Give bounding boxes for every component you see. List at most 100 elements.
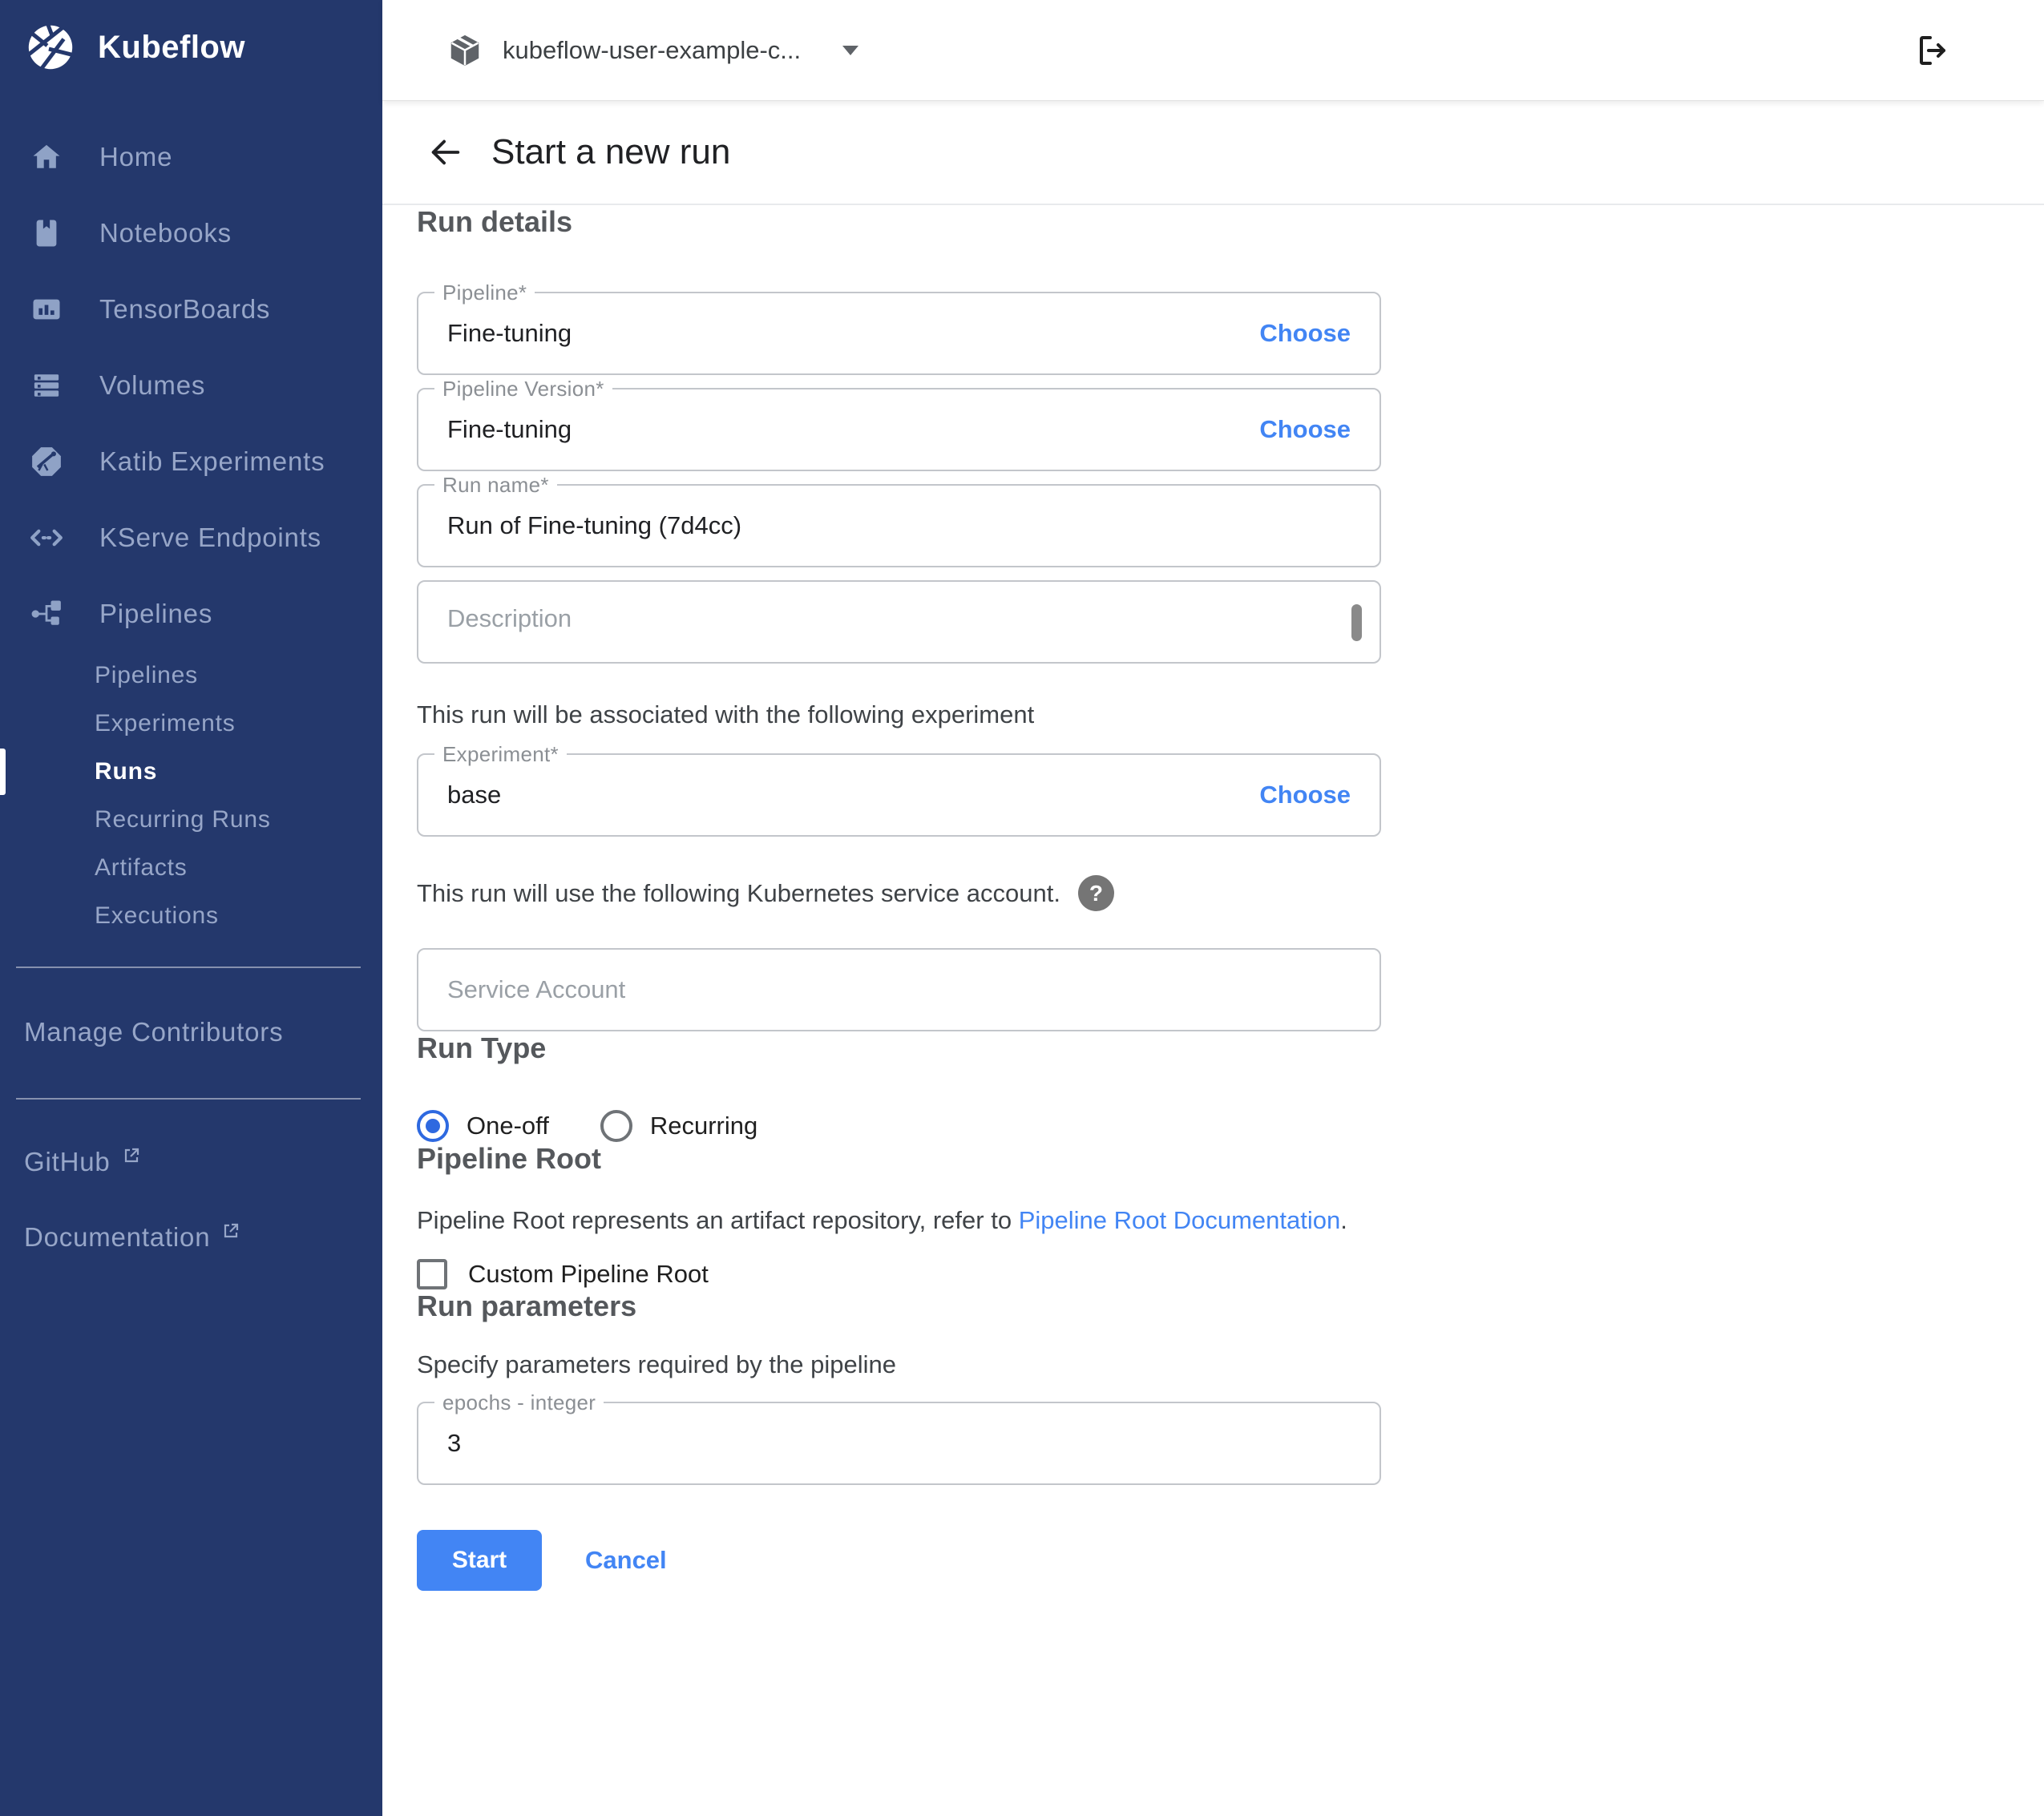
form-actions: Start Cancel	[417, 1530, 1381, 1591]
run-name-field-label: Run name*	[434, 473, 557, 498]
custom-pipeline-root-label: Custom Pipeline Root	[468, 1260, 709, 1289]
sidebar-item-manage-contributors[interactable]: Manage Contributors	[0, 1000, 382, 1064]
endpoints-icon	[29, 520, 64, 555]
experiment-field[interactable]: Experiment* base Choose	[417, 753, 1381, 837]
subitem-label: Pipelines	[95, 662, 198, 689]
checkbox-icon[interactable]	[417, 1259, 447, 1289]
namespace-selector[interactable]: kubeflow-user-example-c...	[446, 32, 858, 69]
kubeflow-logo[interactable]: Kubeflow	[0, 0, 382, 83]
run-name-field-value: Run of Fine-tuning (7d4cc)	[447, 511, 741, 540]
sidebar-item-notebooks[interactable]: Notebooks	[0, 195, 382, 271]
sidebar-item-label: Pipelines	[99, 599, 212, 629]
epochs-field-label: epochs - integer	[434, 1390, 604, 1415]
back-arrow-icon	[427, 134, 464, 171]
notebook-icon	[29, 216, 64, 251]
run-form: Run details Pipeline* Fine-tuning Choose…	[382, 205, 1381, 1591]
external-link-icon	[122, 1146, 141, 1165]
active-indicator	[0, 749, 6, 795]
run-type-options: One-off Recurring	[417, 1110, 1381, 1142]
namespace-value: kubeflow-user-example-c...	[503, 36, 801, 65]
sidebar-subitem-artifacts[interactable]: Artifacts	[0, 844, 382, 892]
custom-pipeline-root-checkbox-row[interactable]: Custom Pipeline Root	[417, 1259, 1381, 1289]
back-button[interactable]	[427, 134, 464, 171]
experiment-field-value: base	[447, 781, 501, 809]
github-link-label: GitHub	[24, 1147, 111, 1177]
service-account-placeholder: Service Account	[447, 975, 625, 1004]
sidebar-subitem-experiments[interactable]: Experiments	[0, 700, 382, 748]
main-area: kubeflow-user-example-c... Start a new r…	[382, 0, 2044, 1816]
pipelines-sub-list: Pipelines Experiments Runs Recurring Run…	[0, 652, 382, 940]
start-button[interactable]: Start	[417, 1530, 542, 1591]
pipelines-icon	[29, 596, 64, 632]
pipeline-version-choose-button[interactable]: Choose	[1259, 415, 1351, 444]
description-field[interactable]: Description	[417, 580, 1381, 664]
chart-icon	[29, 292, 64, 327]
pipeline-version-field-value: Fine-tuning	[447, 415, 572, 444]
logout-icon	[1913, 31, 1952, 70]
pipeline-field-label: Pipeline*	[434, 280, 535, 305]
top-app-bar: kubeflow-user-example-c...	[382, 0, 2044, 101]
namespace-cube-icon	[446, 32, 483, 69]
logout-button[interactable]	[1913, 31, 1952, 70]
run-parameters-note: Specify parameters required by the pipel…	[417, 1350, 1381, 1379]
sidebar-subitem-executions[interactable]: Executions	[0, 892, 382, 940]
sidebar-link-documentation[interactable]: Documentation	[0, 1205, 382, 1269]
pipeline-field[interactable]: Pipeline* Fine-tuning Choose	[417, 292, 1381, 375]
chevron-down-icon	[842, 46, 858, 55]
sidebar-subitem-pipelines[interactable]: Pipelines	[0, 652, 382, 700]
sidebar: Kubeflow Home Notebooks TensorBoards	[0, 0, 382, 1816]
manage-contributors-label: Manage Contributors	[24, 1017, 283, 1047]
radio-recurring-label: Recurring	[650, 1112, 757, 1140]
radio-one-off-label: One-off	[467, 1112, 549, 1140]
experiment-choose-button[interactable]: Choose	[1259, 781, 1351, 809]
run-name-field[interactable]: Run name* Run of Fine-tuning (7d4cc)	[417, 484, 1381, 567]
subitem-label: Runs	[95, 758, 157, 785]
external-link-icon	[221, 1221, 240, 1241]
pipeline-root-description: Pipeline Root represents an artifact rep…	[417, 1206, 1381, 1235]
kubeflow-logo-icon	[24, 21, 77, 74]
sidebar-item-katib-experiments[interactable]: Katib Experiments	[0, 423, 382, 499]
sidebar-divider	[16, 1098, 361, 1100]
kubeflow-app: Kubeflow Home Notebooks TensorBoards	[0, 0, 2044, 1816]
page-header: Start a new run	[382, 101, 2044, 205]
pipeline-root-documentation-link[interactable]: Pipeline Root Documentation	[1019, 1206, 1341, 1234]
service-account-note: This run will use the following Kubernet…	[417, 879, 1060, 908]
sidebar-item-label: Home	[99, 142, 172, 172]
pipeline-choose-button[interactable]: Choose	[1259, 319, 1351, 348]
home-icon	[29, 139, 64, 175]
pipeline-version-field[interactable]: Pipeline Version* Fine-tuning Choose	[417, 388, 1381, 471]
subitem-label: Experiments	[95, 710, 236, 737]
pipeline-root-text-end: .	[1340, 1206, 1347, 1234]
documentation-link-label: Documentation	[24, 1222, 210, 1253]
pipeline-version-field-label: Pipeline Version*	[434, 377, 612, 402]
sidebar-item-kserve-endpoints[interactable]: KServe Endpoints	[0, 499, 382, 575]
brand-name: Kubeflow	[98, 30, 245, 66]
sidebar-subitem-runs[interactable]: Runs	[0, 748, 382, 796]
sidebar-item-pipelines[interactable]: Pipelines	[0, 575, 382, 652]
epochs-field[interactable]: epochs - integer 3	[417, 1402, 1381, 1485]
run-details-heading: Run details	[417, 205, 1381, 239]
description-placeholder: Description	[447, 604, 572, 633]
pipeline-root-heading: Pipeline Root	[417, 1142, 1381, 1176]
sidebar-item-label: TensorBoards	[99, 294, 270, 325]
storage-icon	[29, 368, 64, 403]
description-scrollbar[interactable]	[1351, 604, 1362, 641]
help-icon[interactable]: ?	[1078, 875, 1114, 911]
sidebar-subitem-recurring-runs[interactable]: Recurring Runs	[0, 796, 382, 844]
page-title: Start a new run	[491, 132, 730, 172]
sidebar-item-home[interactable]: Home	[0, 119, 382, 195]
experiment-icon	[29, 444, 64, 479]
radio-recurring[interactable]: Recurring	[600, 1110, 757, 1142]
experiment-field-label: Experiment*	[434, 742, 567, 767]
cancel-button[interactable]: Cancel	[580, 1545, 672, 1576]
service-account-field[interactable]: Service Account	[417, 948, 1381, 1031]
sidebar-link-github[interactable]: GitHub	[0, 1130, 382, 1194]
radio-one-off[interactable]: One-off	[417, 1110, 549, 1142]
subitem-label: Artifacts	[95, 854, 188, 882]
sidebar-item-volumes[interactable]: Volumes	[0, 347, 382, 423]
subitem-label: Recurring Runs	[95, 806, 271, 833]
epochs-field-value: 3	[447, 1429, 461, 1458]
sidebar-item-label: Volumes	[99, 370, 205, 401]
sidebar-item-tensorboards[interactable]: TensorBoards	[0, 271, 382, 347]
sidebar-item-label: Katib Experiments	[99, 446, 325, 477]
